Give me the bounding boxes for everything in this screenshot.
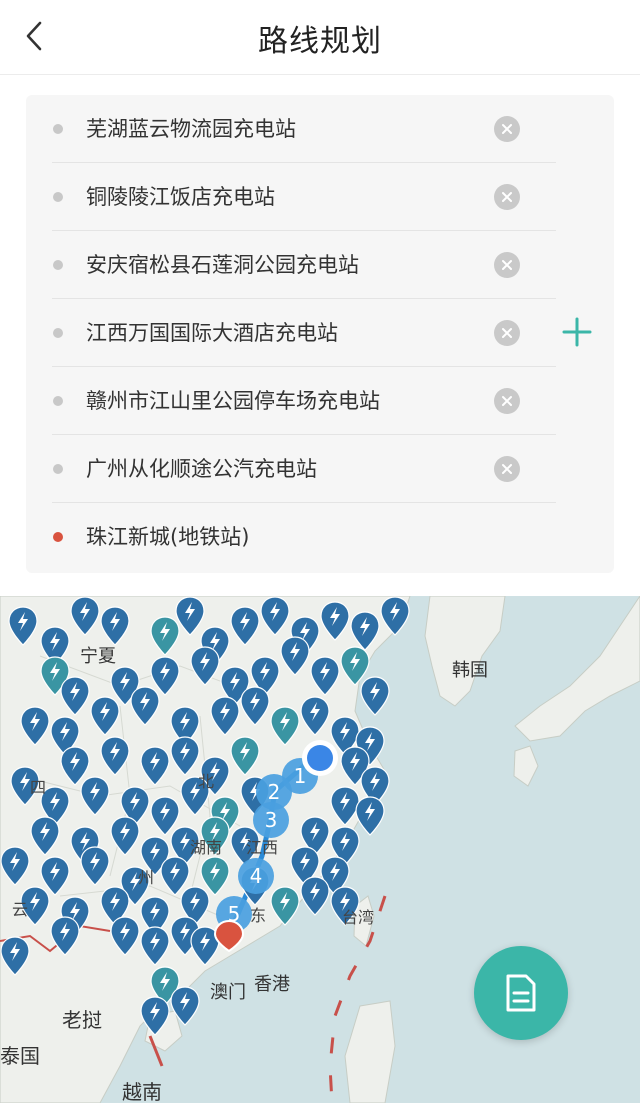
add-stop-button[interactable] bbox=[560, 315, 594, 349]
map-label-zhou: 州 bbox=[138, 868, 155, 887]
route-stop-1[interactable]: 芜湖蓝云物流园充电站 bbox=[26, 95, 556, 163]
top-nav-bar: 路线规划 bbox=[0, 0, 640, 75]
stop-label: 铜陵陵江饭店充电站 bbox=[86, 185, 275, 209]
map-label-ningxia: 宁夏 bbox=[80, 646, 116, 667]
route-stop-5[interactable]: 赣州市江山里公园停车场充电站 bbox=[26, 367, 556, 435]
route-destination[interactable]: 珠江新城(地铁站) bbox=[26, 503, 556, 571]
route-stop-2[interactable]: 铜陵陵江饭店充电站 bbox=[26, 163, 556, 231]
remove-stop-button[interactable] bbox=[494, 320, 520, 346]
route-marker-number: 1 bbox=[294, 764, 307, 788]
route-stop-6[interactable]: 广州从化顺途公汽充电站 bbox=[26, 435, 556, 503]
destination-dot bbox=[53, 532, 63, 542]
map-label-hunan: 湖南 bbox=[190, 838, 223, 857]
stop-label: 珠江新城(地铁站) bbox=[86, 525, 250, 549]
route-stop-list: 芜湖蓝云物流园充电站 铜陵陵江饭店充电站 安庆宿松县石莲洞公园充电站 江西万国国… bbox=[26, 95, 614, 573]
close-icon bbox=[502, 328, 512, 338]
route-stop-3[interactable]: 安庆宿松县石莲洞公园充电站 bbox=[26, 231, 556, 299]
route-marker-number: 4 bbox=[250, 864, 263, 888]
map-label-jiangxi: 江西 bbox=[246, 838, 279, 857]
route-stop-4[interactable]: 江西万国国际大酒店充电站 bbox=[26, 299, 556, 367]
current-location-icon[interactable] bbox=[307, 745, 333, 771]
close-icon bbox=[502, 464, 512, 474]
stop-label: 安庆宿松县石莲洞公园充电站 bbox=[86, 253, 359, 277]
map-label-thailand: 泰国 bbox=[0, 1044, 40, 1068]
stop-label: 赣州市江山里公园停车场充电站 bbox=[86, 389, 380, 413]
map-label-korea: 韩国 bbox=[452, 660, 488, 681]
map-label-si: 四 bbox=[30, 778, 47, 797]
document-icon bbox=[506, 974, 536, 1012]
waypoint-dot bbox=[53, 192, 63, 202]
map-label-dong: 东 bbox=[250, 906, 267, 925]
close-icon bbox=[502, 260, 512, 270]
waypoint-dot bbox=[53, 464, 63, 474]
remove-stop-button[interactable] bbox=[494, 116, 520, 142]
remove-stop-button[interactable] bbox=[494, 456, 520, 482]
map-label-laos: 老挝 bbox=[62, 1008, 102, 1032]
remove-stop-button[interactable] bbox=[494, 252, 520, 278]
plus-icon bbox=[562, 317, 592, 347]
route-report-button[interactable] bbox=[474, 946, 568, 1040]
stop-label: 芜湖蓝云物流园充电站 bbox=[86, 117, 296, 141]
stop-label: 广州从化顺途公汽充电站 bbox=[86, 457, 317, 481]
map-label-hongkong: 香港 bbox=[254, 974, 290, 995]
route-marker-number: 3 bbox=[265, 808, 278, 832]
close-icon bbox=[502, 396, 512, 406]
waypoint-dot bbox=[53, 124, 63, 134]
stop-label: 江西万国国际大酒店充电站 bbox=[86, 321, 338, 345]
waypoint-dot bbox=[53, 260, 63, 270]
remove-stop-button[interactable] bbox=[494, 184, 520, 210]
close-icon bbox=[502, 192, 512, 202]
route-section: 芜湖蓝云物流园充电站 铜陵陵江饭店充电站 安庆宿松县石莲洞公园充电站 江西万国国… bbox=[0, 75, 640, 595]
map-label-bei: 北 bbox=[198, 772, 215, 791]
map-label-macau: 澳门 bbox=[210, 982, 246, 1003]
map-label-vietnam: 越南 bbox=[122, 1080, 162, 1103]
route-marker-4[interactable]: 4 bbox=[238, 858, 274, 894]
map-label-yun: 云 bbox=[12, 900, 29, 919]
page-title: 路线规划 bbox=[258, 24, 382, 59]
route-marker-3[interactable]: 3 bbox=[253, 802, 289, 838]
remove-stop-button[interactable] bbox=[494, 388, 520, 414]
map-view[interactable]: 12345 宁夏 韩国 四 北 湖南 江西 州 云 东 台湾 澳门 香港 老挝 … bbox=[0, 596, 640, 1103]
map-label-taiwan: 台湾 bbox=[342, 908, 375, 927]
close-icon bbox=[502, 124, 512, 134]
route-marker-number: 2 bbox=[268, 780, 281, 804]
waypoint-dot bbox=[53, 328, 63, 338]
waypoint-dot bbox=[53, 396, 63, 406]
